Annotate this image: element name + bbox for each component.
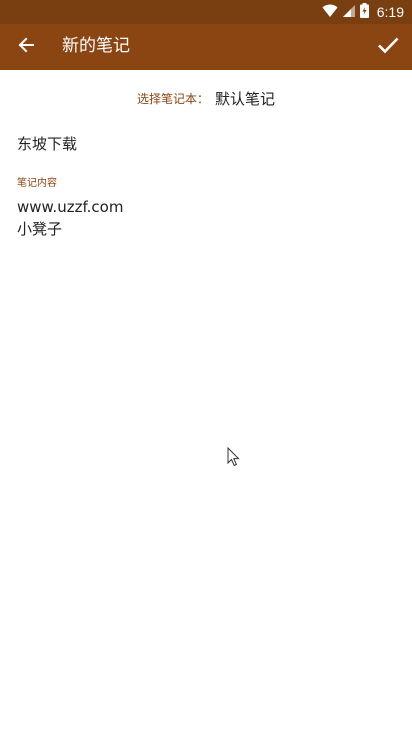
back-button[interactable]	[8, 29, 44, 65]
arrow-back-icon	[17, 36, 35, 58]
notebook-selector-row: 选择笔记本： 默认笔记	[0, 88, 412, 110]
page-title: 新的笔记	[62, 36, 130, 56]
check-icon	[377, 36, 399, 58]
save-note-button[interactable]	[370, 29, 406, 65]
notebook-label: 选择笔记本：	[136, 92, 209, 106]
notebook-dropdown[interactable]: 默认笔记	[215, 90, 275, 108]
signal-icon	[342, 3, 356, 22]
status-icons: 6:19	[322, 2, 404, 22]
mouse-pointer-icon	[227, 446, 241, 467]
note-title-field[interactable]: 东坡下载	[17, 132, 395, 156]
status-bar: 6:19	[0, 0, 412, 24]
wifi-icon	[322, 3, 338, 22]
battery-icon	[359, 2, 369, 22]
note-content-field[interactable]: www.uzzf.com 小凳子	[17, 196, 395, 240]
content-line: 小凳子	[17, 220, 63, 238]
content-line: www.uzzf.com	[17, 198, 124, 216]
status-time: 6:19	[376, 4, 404, 20]
app-bar: 新的笔记	[0, 24, 412, 70]
content-label: 笔记内容	[17, 178, 57, 189]
